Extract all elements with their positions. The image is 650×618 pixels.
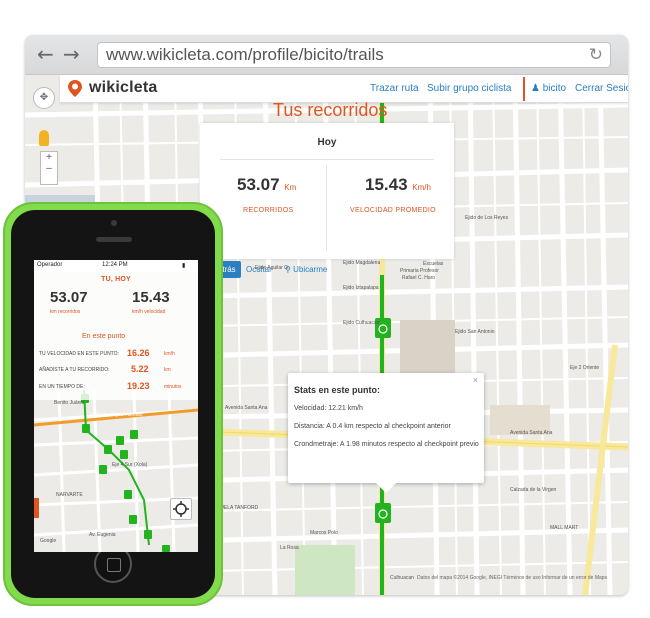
user-icon: ♟ [531,83,540,94]
phone-speed: 15.43 [132,289,170,306]
phone-map-label: NARVARTE [56,492,83,498]
phone-row-value: 5.22 [131,364,149,374]
phone-row-unit: km [164,367,171,373]
speed-unit: Km/h [412,183,431,192]
infowindow-distancia: Distancia: A 0.4 km respecto al checkpoi… [294,423,451,430]
speed-number: 15.43 [365,175,408,194]
phone-row-unit: minutos [164,384,182,390]
point-stats-infowindow: Stats en este punto: × Velocidad: 12.21 … [288,373,484,493]
arrow-left-icon[interactable]: ← [37,43,54,65]
battery-icon: ▮ [182,263,186,269]
phone-side-tab[interactable] [34,498,39,518]
phone-row-label: TU VELOCIDAD EN ESTE PUNTO: [39,351,119,357]
map-label: Marcos Polo [310,530,338,536]
nav-separator [523,77,525,101]
browser-toolbar: ← → www.wikicleta.com/profile/bicito/tra… [25,35,628,75]
distance-label: RECORRIDOS [243,207,294,214]
card-vertical-divider [326,165,327,251]
map-label: Ejido San Antonio [455,329,495,335]
user-link[interactable]: ♟ bicito [531,83,566,94]
earpiece [96,237,132,242]
zoom-in-icon[interactable]: + [46,152,52,163]
page-title: Tus recorridos [273,100,388,120]
phone-row-label: EN UN TIEMPO DE: [39,384,85,390]
map-label: Ejido Culhuacan [343,320,380,326]
reload-icon[interactable]: ↻ [589,45,603,65]
map-label: MALL MART [550,525,579,531]
zoom-out-icon[interactable]: – [46,163,52,174]
map-label: Ejido Aguilar G. [255,265,290,271]
phone-map-label: Google [40,538,57,544]
username: bicito [542,83,567,94]
map-label: Calzada de la Virgen [510,487,557,493]
trazar-ruta-link[interactable]: Trazar ruta [370,83,419,94]
phone-speed-sub: km/h velocidad [132,309,166,315]
distance-number: 53.07 [237,175,280,194]
map-label: La Rosa [280,545,299,551]
map-label: Primaria Profesor [400,268,439,274]
map-pin-logo-icon [68,80,82,97]
phone-status-bar: Operador 12:24 PM ▮ [34,260,198,272]
phone-row-label: AÑADISTE A TU RECORRIDO: [39,367,110,373]
locate-button[interactable] [170,498,192,520]
arrow-right-icon[interactable]: → [63,43,80,65]
map-label: Rafael C. Haro [402,275,436,281]
map-label: Ejido Magdalena [343,260,381,266]
speed-value: 15.43 Km/h [365,175,431,195]
phone-map-label: Av. Eugenia [89,532,116,538]
pegman-icon[interactable] [39,130,49,146]
map-label: Avenida Santa Ana [225,405,268,411]
cerrar-sesion-link[interactable]: Cerrar Sesión [575,83,628,94]
infowindow-title: Stats en este punto: [294,385,381,395]
phone-stats-panel: TU, HOY 53.07 km recorridos 15.43 km/h v… [34,272,198,400]
map-label: Escuelas [423,261,444,267]
card-divider [220,159,434,160]
phone-point-title: En este punto [82,333,126,340]
phone-day-label: TU, HOY [101,276,131,283]
phone-map-label: Eje 4 Sur (Xola) [112,462,148,468]
phone-distance: 53.07 [50,289,88,306]
recorridos-card: Hoy 53.07 Km RECORRIDOS 15.43 Km/h VELOC… [200,123,454,259]
distance-unit: Km [284,183,297,192]
marketing-composite: ← → www.wikicleta.com/profile/bicito/tra… [0,0,650,618]
carrier-label: Operador [37,262,63,268]
map-label: Ejido de Los Reyes [465,215,509,221]
phone-row-value: 16.26 [127,348,150,358]
phone-row-value: 19.23 [127,381,150,391]
address-bar[interactable]: www.wikicleta.com/profile/bicito/trails … [97,42,611,68]
map-label: Avenida Santa Ana [510,430,553,436]
camera-icon [111,220,117,226]
phone-map-label: Viaducto Miguel Alemán [89,412,143,418]
url-text: www.wikicleta.com/profile/bicito/trails [106,45,384,64]
map-label: Culhuacan [390,575,414,581]
phone-row-unit: km/h [164,351,175,357]
map-label: Eje 2 Oriente [570,365,600,371]
logo-text[interactable]: wikicleta [89,79,158,97]
map-pan-control[interactable]: ✥ [33,87,55,109]
phone-map-label: Benito Juárez [54,400,85,406]
ubicarme-label: Ubicarme [293,265,328,274]
distance-value: 53.07 Km [237,175,296,195]
infowindow-cronometraje: Crondmetraje: A 1.98 minutos respecto al… [294,441,479,448]
close-icon[interactable]: × [473,375,478,385]
map-attribution: Datos del mapa ©2014 Google, INEGI Térmi… [417,575,608,581]
site-header: wikicleta Trazar ruta Subir grupo ciclis… [60,75,628,103]
zoom-control[interactable]: + – [40,151,58,185]
pan-icon[interactable]: ✥ [33,87,55,109]
crosshair-icon [173,501,189,517]
status-time: 12:24 PM [102,262,128,268]
infowindow-velocidad: Velocidad: 12.21 km/h [294,405,363,412]
card-day-label: Hoy [317,137,337,148]
speed-label: VELOCIDAD PROMEDIO [350,207,436,214]
map-label: Ejido Iztapalapa [343,285,379,291]
subir-grupo-link[interactable]: Subir grupo ciclista [427,83,511,94]
phone-distance-sub: km recorridos [50,309,81,315]
phone-screen[interactable]: Operador 12:24 PM ▮ TU, HOY 53.07 km rec… [34,260,198,552]
